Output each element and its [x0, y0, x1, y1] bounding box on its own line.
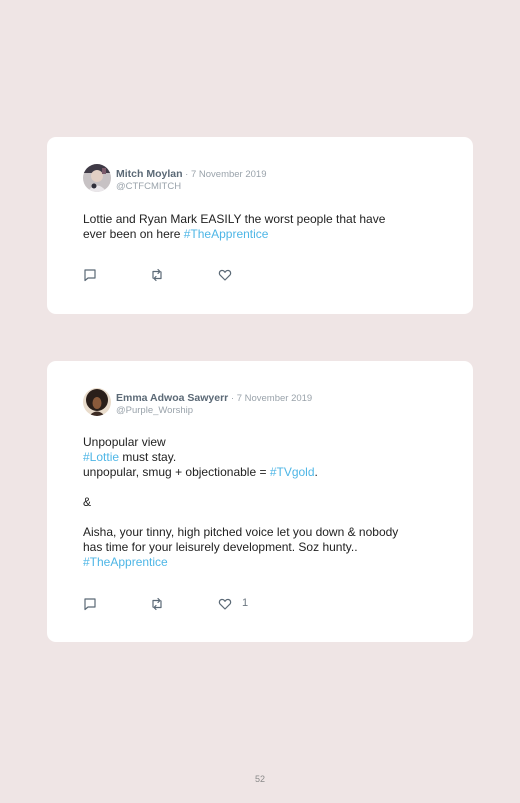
tweet-text: Unpopular view #Lottie must stay. unpopula… — [83, 435, 449, 570]
separator: · — [228, 393, 237, 404]
tweet-card: Emma Adwoa Sawyerr · 7 November 2019 @Pu… — [47, 361, 473, 642]
reply-button[interactable] — [83, 597, 101, 613]
tweet-text-segment: Unpopular view — [83, 435, 166, 449]
like-button[interactable] — [218, 597, 236, 613]
hashtag-link[interactable]: #Lottie — [83, 450, 119, 464]
author-handle[interactable]: @CTFCMITCH — [116, 181, 267, 193]
tweet-line: Aisha, your tinny, high pitched voice le… — [83, 525, 449, 540]
like-count: 1 — [242, 597, 249, 609]
author-name[interactable]: Mitch Moylan — [116, 168, 183, 180]
tweet-line: Lottie and Ryan Mark EASILY the worst pe… — [83, 212, 449, 227]
separator: · — [182, 169, 191, 180]
avatar[interactable] — [83, 388, 111, 416]
avatar[interactable] — [83, 164, 111, 192]
tweet-line: ever been on here #TheApprentice — [83, 227, 449, 242]
tweet-text: Lottie and Ryan Mark EASILY the worst pe… — [83, 212, 449, 242]
comment-icon — [84, 269, 96, 282]
tweet-line: has time for your leisurely development.… — [83, 540, 449, 555]
tweet-actions: 1 — [83, 597, 443, 613]
tweet-text-segment: & — [83, 495, 92, 509]
author-name[interactable]: Emma Adwoa Sawyerr — [116, 392, 228, 404]
tweet-actions — [83, 268, 443, 284]
hashtag-link[interactable]: #TVgold — [270, 465, 315, 479]
hashtag-link[interactable]: #TheApprentice — [83, 555, 168, 569]
retweet-button[interactable] — [150, 597, 168, 613]
tweet-line: & — [83, 495, 449, 510]
tweet-text-segment: must stay. — [119, 450, 177, 464]
tweet-line: #TheApprentice — [83, 555, 449, 570]
retweet-icon — [152, 268, 162, 282]
tweet-card: Mitch Moylan · 7 November 2019 @CTFCMITC… — [47, 137, 473, 314]
heart-icon — [218, 598, 232, 610]
tweet-line: unpopular, smug + objectionable = #TVgol… — [83, 465, 449, 480]
page-number: 52 — [254, 774, 265, 784]
heart-icon — [218, 269, 232, 281]
tweet-line — [83, 480, 449, 495]
tweet-line: #Lottie must stay. — [83, 450, 449, 465]
author-handle[interactable]: @Purple_Worship — [116, 405, 312, 417]
tweet-text-segment: Lottie and Ryan Mark EASILY the worst pe… — [83, 212, 386, 226]
tweet-text-segment: unpopular, smug + objectionable = — [83, 465, 270, 479]
tweet-text-segment: Aisha, your tinny, high pitched voice le… — [83, 525, 399, 539]
tweet-text-segment: ever been on here — [83, 227, 184, 241]
tweet-date[interactable]: 7 November 2019 — [191, 169, 267, 180]
tweet-line — [83, 510, 449, 525]
tweet-text-segment: has time for your leisurely development.… — [83, 540, 358, 554]
retweet-button[interactable] — [150, 268, 168, 284]
comment-icon — [84, 598, 96, 611]
tweet-line: Unpopular view — [83, 435, 449, 450]
retweet-icon — [152, 597, 162, 611]
like-button[interactable] — [218, 268, 236, 284]
reply-button[interactable] — [83, 268, 101, 284]
hashtag-link[interactable]: #TheApprentice — [184, 227, 269, 241]
tweet-header: Emma Adwoa Sawyerr · 7 November 2019 @Pu… — [83, 388, 443, 420]
tweet-date[interactable]: 7 November 2019 — [237, 393, 313, 404]
tweet-header: Mitch Moylan · 7 November 2019 @CTFCMITC… — [83, 164, 443, 196]
tweet-text-segment: . — [314, 465, 318, 479]
